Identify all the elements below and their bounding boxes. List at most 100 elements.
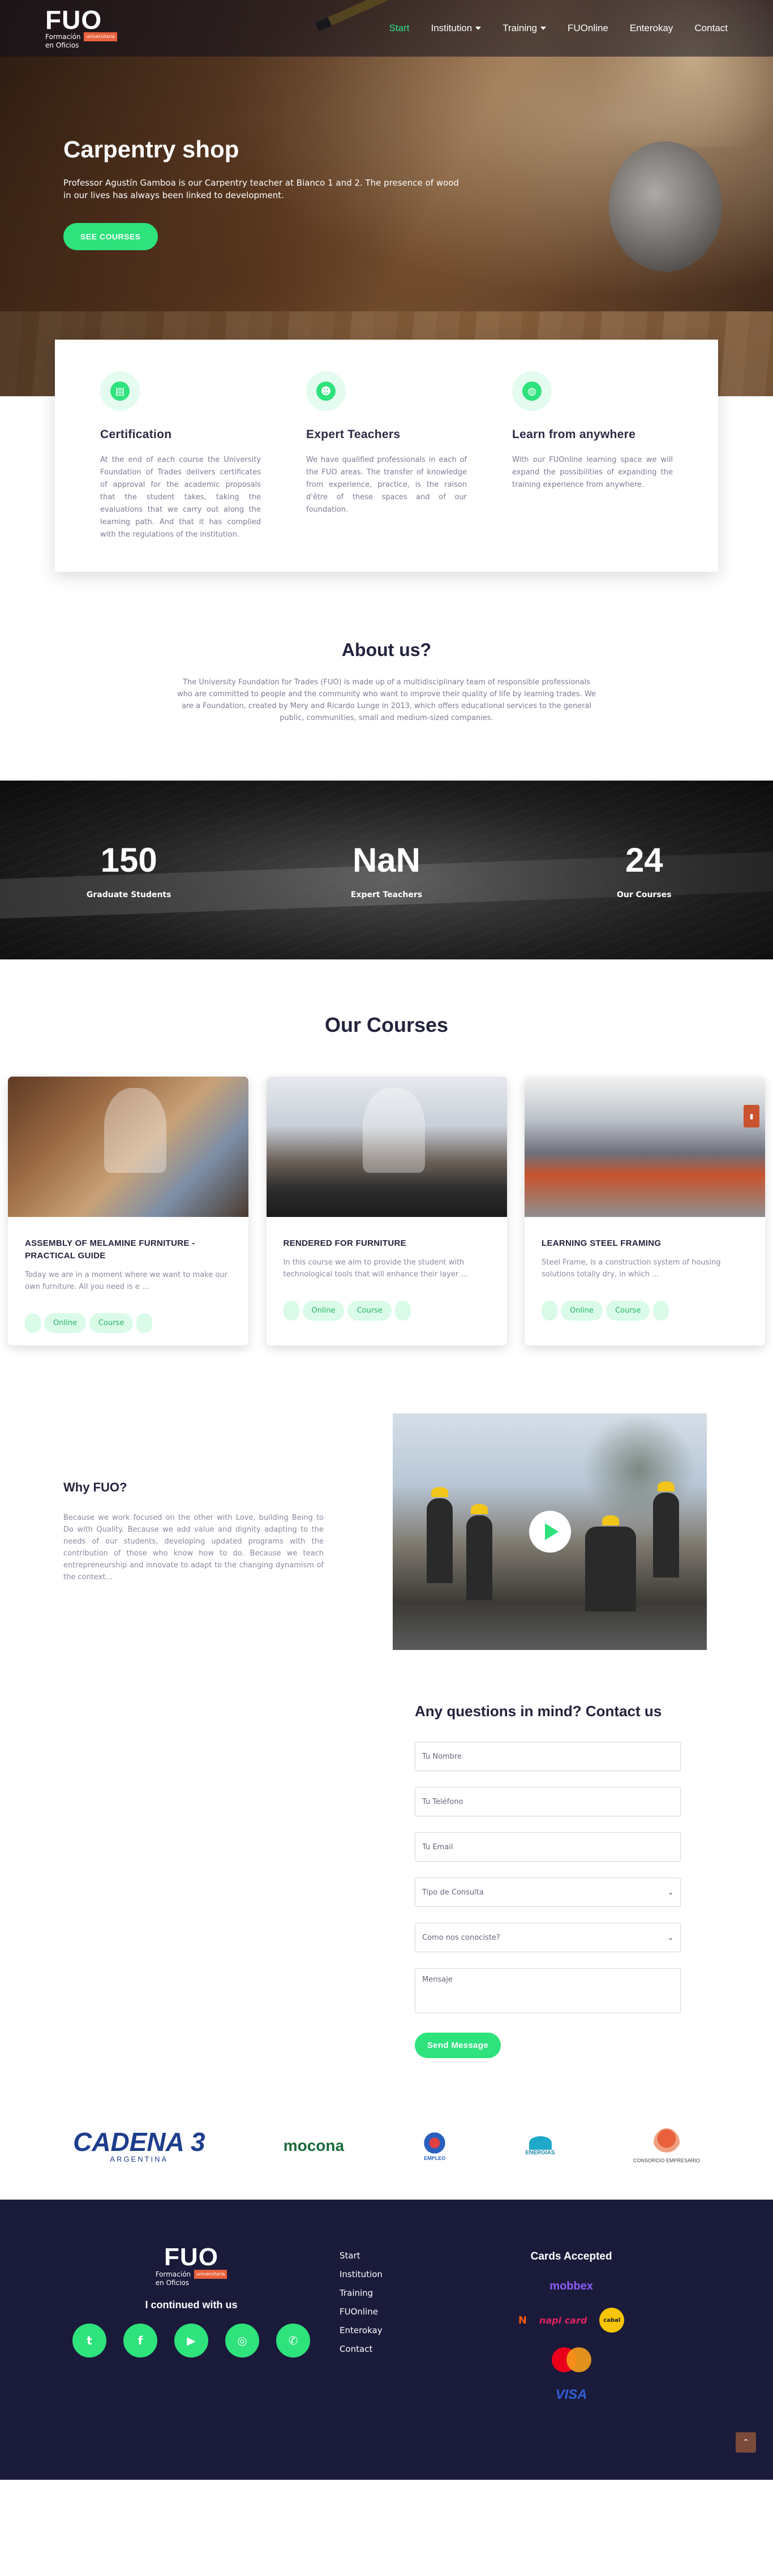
stat-courses: 24 Our Courses bbox=[559, 841, 729, 899]
stats-section: 150 Graduate Students NaN Expert Teacher… bbox=[0, 781, 773, 959]
youtube-icon[interactable]: ▶ bbox=[174, 2324, 208, 2358]
course-tag: Course bbox=[347, 1301, 392, 1321]
see-courses-button[interactable]: SEE COURSES bbox=[63, 223, 158, 250]
course-tags: Online Course bbox=[25, 1313, 231, 1333]
course-tag: Online bbox=[44, 1313, 86, 1333]
footer-link-training[interactable]: Training bbox=[340, 2288, 383, 2298]
teachers-icon: ☻ bbox=[316, 382, 336, 401]
footer-link-contact[interactable]: Contact bbox=[340, 2344, 383, 2354]
send-message-button[interactable]: Send Message bbox=[415, 2033, 501, 2058]
course-image[interactable] bbox=[266, 1077, 507, 1217]
back-to-top-button[interactable]: ⌃ bbox=[736, 2432, 756, 2453]
tree-emblem-icon bbox=[653, 2128, 680, 2158]
message-textarea[interactable]: Mensaje bbox=[415, 1968, 681, 2013]
partner-logo-mocona[interactable]: mocona bbox=[284, 2137, 344, 2155]
naranja-logo: N bbox=[518, 2314, 527, 2326]
image-corner-icon: ▮ bbox=[744, 1105, 759, 1128]
course-image[interactable] bbox=[8, 1077, 248, 1217]
video-worker bbox=[466, 1515, 492, 1600]
logo-sub: Formación universitaria bbox=[45, 32, 117, 41]
courses-title: Our Courses bbox=[324, 1013, 449, 1036]
play-button[interactable] bbox=[529, 1511, 571, 1553]
phone-field[interactable]: Tu Teléfono bbox=[415, 1787, 681, 1816]
footer-link-institution[interactable]: Institution bbox=[340, 2269, 383, 2279]
partner-logo-energias[interactable]: ENERGÍAS bbox=[525, 2136, 555, 2156]
nav-item-fuonline[interactable]: FUOnline bbox=[568, 23, 608, 34]
partner-logo-cadena3[interactable]: CADENA 3 ARGENTINA bbox=[73, 2129, 205, 2163]
nav-label: Start bbox=[389, 23, 410, 33]
nav-item-institution[interactable]: Institution bbox=[431, 23, 482, 34]
whatsapp-icon[interactable]: ✆ bbox=[276, 2324, 310, 2358]
feature-learn-anywhere: ◍ Learn from anywhere With our FUOnline … bbox=[489, 371, 695, 541]
referral-value: Como nos conociste? bbox=[422, 1933, 500, 1942]
main-menu: Start Institution Training FUOnline Ente… bbox=[389, 23, 728, 34]
stat-teachers: NaN Expert Teachers bbox=[302, 841, 471, 899]
partner-logo-empleo[interactable]: EMPLEO bbox=[422, 2131, 448, 2161]
logo-sub-line1: Formación bbox=[155, 2270, 191, 2278]
play-icon bbox=[544, 1523, 559, 1540]
stat-label: Our Courses bbox=[617, 890, 672, 899]
why-section: Why FUO? Because we work focused on the … bbox=[0, 1379, 773, 1684]
inquiry-type-value: Tipo de Consulta bbox=[422, 1888, 484, 1897]
name-placeholder: Tu Nombre bbox=[422, 1752, 462, 1761]
course-image-figure bbox=[362, 1088, 425, 1173]
stat-value: NaN bbox=[352, 841, 420, 879]
nav-item-start[interactable]: Start bbox=[389, 23, 410, 34]
course-image-figure bbox=[104, 1088, 166, 1173]
stat-value: 24 bbox=[625, 841, 663, 879]
logo-sub-line1: Formación bbox=[45, 33, 81, 41]
course-tag bbox=[653, 1301, 669, 1321]
about-section: About us? The University Foundation for … bbox=[0, 572, 773, 781]
empleo-emblem-icon bbox=[422, 2131, 448, 2155]
course-title[interactable]: RENDERED FOR FURNITURE bbox=[284, 1237, 490, 1250]
inquiry-type-select[interactable]: Tipo de Consulta ⌄ bbox=[415, 1878, 681, 1907]
nav-item-enterokay[interactable]: Enterokay bbox=[630, 23, 673, 34]
course-card[interactable]: RENDERED FOR FURNITURE In this course we… bbox=[266, 1077, 507, 1345]
video-player[interactable] bbox=[393, 1413, 707, 1650]
nav-label: FUOnline bbox=[568, 23, 608, 33]
energias-emblem-icon bbox=[529, 2136, 552, 2150]
contact-form: Any questions in mind? Contact us Tu Nom… bbox=[0, 1684, 773, 2098]
arrow-up-icon: ⌃ bbox=[742, 2438, 749, 2447]
hero-text: Professor Agustín Gamboa is our Carpentr… bbox=[63, 178, 459, 200]
partner-name: ENERGÍAS bbox=[525, 2149, 555, 2156]
course-tag bbox=[394, 1301, 411, 1321]
social-links: t f ▶ ◎ ✆ bbox=[72, 2324, 310, 2358]
course-tag bbox=[542, 1301, 557, 1321]
chevron-down-icon bbox=[540, 27, 547, 30]
feature-certification: ▤ Certification At the end of each cours… bbox=[78, 371, 284, 541]
footer-link-start[interactable]: Start bbox=[340, 2251, 383, 2261]
nav-item-training[interactable]: Training bbox=[503, 23, 547, 34]
name-field[interactable]: Tu Nombre bbox=[415, 1742, 681, 1771]
course-tags: Online Course bbox=[283, 1301, 490, 1321]
twitter-icon[interactable]: t bbox=[72, 2324, 106, 2358]
course-card[interactable]: ASSEMBLY OF MELAMINE FURNITURE - PRACTIC… bbox=[8, 1077, 248, 1345]
course-image[interactable]: ▮ bbox=[525, 1077, 765, 1217]
chevron-down-icon: ⌄ bbox=[667, 1888, 673, 1896]
feature-title: Expert Teachers bbox=[306, 428, 401, 441]
footer-link-fuonline[interactable]: FUOnline bbox=[340, 2307, 383, 2317]
phone-placeholder: Tu Teléfono bbox=[422, 1797, 463, 1806]
course-title[interactable]: ASSEMBLY OF MELAMINE FURNITURE - PRACTIC… bbox=[25, 1237, 231, 1262]
email-field[interactable]: Tu Email bbox=[415, 1832, 681, 1862]
site-logo[interactable]: FUO Formación universitaria en Oficios bbox=[45, 7, 117, 49]
instagram-icon[interactable]: ◎ bbox=[225, 2324, 259, 2358]
course-card[interactable]: ▮ LEARNING STEEL FRAMING Steel Frame, is… bbox=[525, 1077, 765, 1345]
site-footer: FUO Formación universitaria en Oficios I… bbox=[0, 2200, 773, 2480]
facebook-icon[interactable]: f bbox=[123, 2324, 157, 2358]
payment-row: N napi card cabal bbox=[518, 2308, 625, 2333]
partner-logo-consorcio[interactable]: CONSORCIO EMPRESARIO bbox=[633, 2128, 700, 2163]
referral-select[interactable]: Como nos conociste? ⌄ bbox=[415, 1923, 681, 1952]
course-title[interactable]: LEARNING STEEL FRAMING bbox=[542, 1237, 748, 1250]
footer-logo[interactable]: FUO Formación universitaria en Oficios bbox=[156, 2245, 227, 2287]
stat-graduates: 150 Graduate Students bbox=[44, 841, 214, 899]
footer-link-enterokay[interactable]: Enterokay bbox=[340, 2325, 383, 2335]
about-title: About us? bbox=[341, 640, 432, 660]
logo-tag: universitaria bbox=[194, 2270, 227, 2279]
nav-item-contact[interactable]: Contact bbox=[694, 23, 728, 34]
course-excerpt: In this course we aim to provide the stu… bbox=[283, 1258, 468, 1279]
video-worker bbox=[427, 1498, 453, 1583]
feature-icon-wrap: ☻ bbox=[306, 371, 346, 411]
feature-text: At the end of each course the University… bbox=[100, 456, 261, 539]
chevron-down-icon: ⌄ bbox=[667, 1934, 673, 1941]
